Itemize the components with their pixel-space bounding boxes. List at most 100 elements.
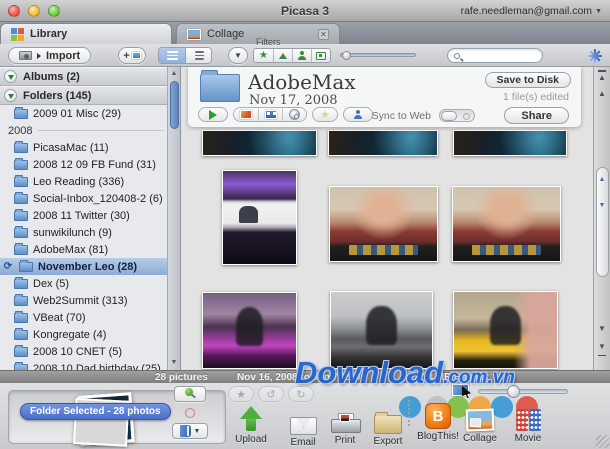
close-tab-icon[interactable]: ✕ — [318, 29, 329, 40]
photo-thumbnail[interactable] — [202, 130, 317, 156]
edited-note: 1 file(s) edited — [503, 91, 569, 103]
tab-bar: Library Collage ✕ — [0, 22, 610, 44]
scrollbar-thumb[interactable]: ▲ ▼ — [596, 167, 609, 277]
tree-view-button[interactable] — [185, 48, 211, 63]
scroll-down-icon[interactable]: ▼ — [597, 202, 608, 209]
star-album-button[interactable]: ★ — [312, 107, 338, 122]
sidebar-scrollbar[interactable]: ▲ ▼ — [167, 67, 180, 370]
movie-button[interactable]: Movie — [505, 401, 551, 444]
photo-thumbnail[interactable] — [222, 170, 297, 265]
photo-thumbnail[interactable] — [330, 291, 433, 369]
people-button[interactable] — [343, 107, 373, 122]
sidebar-item-twitter[interactable]: 2008 11 Twitter (30) — [0, 207, 180, 224]
sidebar-item-vbeat[interactable]: VBeat (70) — [0, 309, 180, 326]
import-button[interactable]: Import — [8, 47, 91, 64]
scroll-up-icon[interactable]: ▲ — [168, 68, 180, 80]
clear-selection-button[interactable] — [174, 405, 206, 421]
selection-badge: Folder Selected - 28 photos — [20, 403, 171, 420]
toolbar: Import + ▼ Filters ★ — [0, 44, 610, 67]
filters-label: Filters — [256, 37, 281, 47]
sidebar-item-dad-birthday[interactable]: 2008 10 Dad birthday (25) — [0, 360, 180, 370]
folder-label: Social-Inbox_120408-2 (6) — [33, 193, 163, 205]
sidebar-item-kongregate[interactable]: Kongregate (4) — [0, 326, 180, 343]
upload-button[interactable]: Upload — [229, 402, 273, 445]
play-slideshow-button[interactable] — [198, 107, 228, 122]
sidebar-item-cnet[interactable]: 2008 10 CNET (5) — [0, 343, 180, 360]
scroll-down-icon[interactable]: ▼ — [168, 357, 180, 369]
filter-faces-button[interactable] — [292, 49, 311, 62]
share-button[interactable]: Share — [504, 107, 569, 124]
collage-button[interactable]: Collage — [456, 401, 504, 444]
print-button[interactable]: Print — [324, 403, 366, 446]
scroll-up-icon[interactable]: ▲ — [594, 87, 610, 101]
search-input[interactable] — [464, 49, 534, 62]
toggle-knob[interactable] — [441, 111, 457, 122]
burn-disc-button[interactable] — [282, 108, 306, 121]
sidebar-item-adobemax[interactable]: AdobeMax (81) — [0, 241, 180, 258]
filter-uploaded-button[interactable] — [273, 49, 292, 62]
slider-thumb[interactable] — [342, 51, 351, 60]
account-menu[interactable]: rafe.needleman@gmail.com ▼ — [461, 5, 602, 17]
resize-grip[interactable] — [596, 435, 609, 448]
blogger-b-icon: B — [425, 403, 451, 429]
scroll-to-bottom-icon[interactable] — [598, 355, 606, 357]
rotate-left-icon: ↺ — [266, 388, 275, 401]
flat-view-button[interactable] — [159, 48, 185, 63]
photo-thumbnail[interactable] — [453, 130, 567, 156]
date-filter-slider[interactable] — [340, 53, 416, 57]
search-box[interactable] — [447, 48, 543, 63]
sidebar-item-sunwikilunch[interactable]: sunwikilunch (9) — [0, 224, 180, 241]
filter-starred-button[interactable]: ★ — [254, 49, 273, 62]
picasa-window: Picasa 3 rafe.needleman@gmail.com ▼ Libr… — [0, 0, 610, 449]
folder-icon — [14, 211, 28, 221]
rotate-right-button[interactable]: ↻ — [288, 386, 314, 402]
save-to-disk-button[interactable]: Save to Disk — [485, 72, 571, 88]
sidebar-item-web2summit[interactable]: Web2Summit (313) — [0, 292, 180, 309]
sidebar-item-leo-reading[interactable]: Leo Reading (336) — [0, 173, 180, 190]
sidebar-item-november-leo-selected[interactable]: ⟳ November Leo (28) — [0, 258, 180, 275]
photo-thumbnail[interactable] — [329, 186, 438, 262]
thumbnail-size-slider[interactable] — [478, 389, 568, 394]
sidebar-item-picasamac[interactable]: PicasaMac (11) — [0, 139, 180, 156]
folder-label: 2008 11 Twitter (30) — [33, 210, 130, 222]
photo-grid: AdobeMax Nov 17, 2008 Save to Disk 1 fil… — [181, 67, 593, 370]
green-pushpin-icon — [184, 388, 196, 400]
hold-selection-button[interactable] — [174, 386, 206, 402]
export-button[interactable]: Export — [365, 404, 411, 447]
email-button[interactable]: Email — [282, 405, 324, 448]
rotate-left-button[interactable]: ↺ — [258, 386, 284, 402]
main-scrollbar[interactable]: ▲ ▲ ▲ ▼ ▼ ▼ — [593, 67, 610, 370]
folder-label: AdobeMax (81) — [33, 244, 108, 256]
view-options-dropdown[interactable]: ▼ — [228, 47, 248, 64]
sidebar-item-social-inbox[interactable]: Social-Inbox_120408-2 (6) — [0, 190, 180, 207]
titlebar[interactable]: Picasa 3 rafe.needleman@gmail.com ▼ — [0, 0, 610, 22]
blogthis-label: BlogThis! — [417, 431, 459, 442]
sidebar-section-folders[interactable]: Folders (145) — [0, 86, 180, 105]
photo-thumbnail[interactable] — [328, 130, 438, 156]
sidebar-item-fb-fund[interactable]: 2008 12 09 FB Fund (31) — [0, 156, 180, 173]
disclosure-triangle-icon[interactable] — [4, 89, 17, 102]
tab-library[interactable]: Library — [0, 23, 172, 44]
scrollbar-thumb[interactable] — [170, 81, 179, 129]
scroll-to-bottom-icon[interactable]: ▼ — [594, 340, 610, 354]
photo-thumbnail[interactable] — [202, 292, 297, 369]
disclosure-triangle-icon[interactable] — [4, 70, 17, 83]
filter-movies-button[interactable] — [311, 49, 330, 62]
scroll-up-icon[interactable]: ▲ — [597, 176, 608, 183]
create-collage-button[interactable] — [234, 108, 258, 121]
photo-thumbnail[interactable] — [452, 186, 561, 262]
sidebar-section-albums[interactable]: Albums (2) — [0, 67, 180, 86]
add-album-button[interactable]: + — [118, 47, 146, 64]
folder-icon — [14, 160, 28, 170]
add-to-album-button[interactable]: ▼ — [172, 423, 208, 439]
create-movie-button[interactable] — [258, 108, 282, 121]
photo-thumbnail[interactable] — [453, 291, 558, 369]
sidebar-item-dex[interactable]: Dex (5) — [0, 275, 180, 292]
scroll-down-icon[interactable]: ▼ — [594, 322, 610, 336]
star-button[interactable]: ★ — [228, 386, 254, 402]
scroll-to-top-icon[interactable]: ▲ — [594, 71, 610, 85]
sidebar-item-2009-01-misc[interactable]: 2009 01 Misc (29) — [0, 105, 180, 122]
folder-icon — [14, 296, 28, 306]
sync-to-web-toggle[interactable] — [439, 109, 475, 122]
slider-thumb[interactable] — [507, 385, 520, 398]
